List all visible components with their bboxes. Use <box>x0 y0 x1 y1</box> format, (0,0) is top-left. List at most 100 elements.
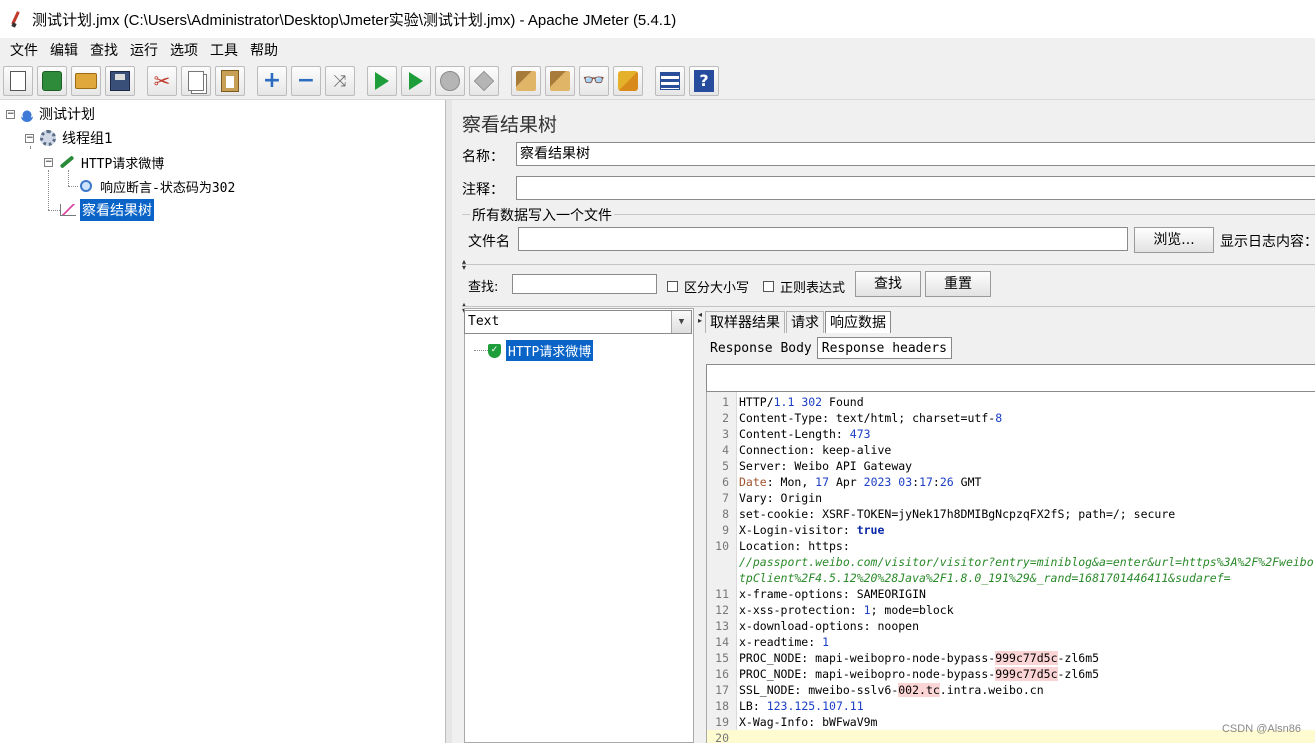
tree-node-view-results-tree[interactable]: 察看结果树 <box>60 199 154 221</box>
checkbox-box[interactable] <box>667 281 678 292</box>
search-label: 查找: <box>468 280 499 295</box>
code-token: HTTP/ <box>739 395 774 409</box>
code-token: Found <box>822 395 864 409</box>
start-button[interactable] <box>367 65 397 96</box>
line-number: 15 <box>715 651 729 665</box>
code-token: Location: https: <box>739 539 850 553</box>
code-token: 999c77d5c <box>995 651 1058 665</box>
menu-search[interactable]: 查找 <box>84 40 124 60</box>
tree-node-thread-group[interactable]: − 线程组1 <box>25 127 115 149</box>
subtab-response-headers[interactable]: Response headers <box>816 337 952 359</box>
tree-node-test-plan[interactable]: − 测试计划 <box>6 103 97 125</box>
menu-help[interactable]: 帮助 <box>244 40 284 60</box>
reset-button[interactable]: 重置 <box>925 271 991 297</box>
line-number: 11 <box>715 587 729 601</box>
filename-field[interactable] <box>518 227 1128 251</box>
code-token: X-Login-visitor: <box>739 523 857 537</box>
code-token: x-xss-protection: <box>739 603 864 617</box>
reset-search-button[interactable] <box>613 65 643 96</box>
menu-tools[interactable]: 工具 <box>204 40 244 60</box>
tree-node-label: 线程组1 <box>62 131 113 147</box>
tree-node-http-request[interactable]: − HTTP请求微博 <box>44 151 166 173</box>
checkbox-box[interactable] <box>763 281 774 292</box>
shutdown-button[interactable] <box>469 65 499 96</box>
templates-button[interactable] <box>37 65 67 96</box>
code-token: true <box>856 523 885 537</box>
templates-icon <box>42 70 62 91</box>
tab-response-data[interactable]: 响应数据 <box>825 311 891 333</box>
open-icon <box>75 72 97 89</box>
open-button[interactable] <box>71 65 101 96</box>
menu-file[interactable]: 文件 <box>4 40 44 60</box>
start-no-pause-button[interactable] <box>401 65 431 96</box>
function-helper-button[interactable] <box>655 65 685 96</box>
new-button[interactable] <box>3 65 33 96</box>
case-sensitive-checkbox[interactable]: 区分大小写 <box>667 277 749 296</box>
tree-node-label: 测试计划 <box>39 107 95 123</box>
collapse-all-button[interactable]: − <box>291 65 321 96</box>
comment-field[interactable] <box>516 176 1315 200</box>
save-button[interactable] <box>105 65 135 96</box>
name-field[interactable]: 察看结果树 <box>516 142 1315 166</box>
code-line: 6 Date: Mon, 17 Apr 2023 03:17:26 GMT <box>707 474 1315 490</box>
find-button[interactable]: 查找 <box>855 271 921 297</box>
paste-button[interactable] <box>215 65 245 96</box>
code-line: 14 x-readtime: 1 <box>707 634 1315 650</box>
search-button[interactable]: 👓 <box>579 65 609 96</box>
menu-options[interactable]: 选项 <box>164 40 204 60</box>
code-token: 999c77d5c <box>995 667 1058 681</box>
renderer-select[interactable]: Text ▼ <box>464 310 692 334</box>
toggle-button[interactable]: ⤨ <box>325 65 355 96</box>
clear-all-button[interactable] <box>545 65 575 96</box>
subtab-response-body[interactable]: Response Body <box>705 337 817 359</box>
line-number: 17 <box>715 683 729 697</box>
chevron-down-icon[interactable]: ▼ <box>671 311 691 333</box>
expand-icon: + <box>262 67 282 93</box>
code-token: x-download-options: noopen <box>739 619 920 633</box>
line-text: X-Login-visitor: true <box>739 523 884 537</box>
collapse-toggle-icon[interactable]: − <box>6 109 15 119</box>
code-token: Content-Length: <box>739 427 850 441</box>
copy-button[interactable] <box>181 65 211 96</box>
menu-edit[interactable]: 编辑 <box>44 40 84 60</box>
page-title: 察看结果树 <box>462 114 558 136</box>
code-token: 123.125.107.11 <box>766 699 864 713</box>
expand-all-button[interactable]: + <box>257 65 287 96</box>
code-line: 12 x-xss-protection: 1; mode=block <box>707 602 1315 618</box>
title-bar: 测试计划.jmx (C:\Users\Administrator\Desktop… <box>0 0 1315 38</box>
collapse-arrows-icon[interactable]: ◂ ▸ <box>698 311 702 325</box>
tree-node-response-assertion[interactable]: 响应断言-状态码为302 <box>78 175 237 197</box>
tab-sampler-result[interactable]: 取样器结果 <box>705 311 785 333</box>
stop-button[interactable] <box>435 65 465 96</box>
new-icon <box>10 70 26 91</box>
clear-button[interactable] <box>511 65 541 96</box>
menu-run[interactable]: 运行 <box>124 40 164 60</box>
line-text: PROC_NODE: mapi-weibopro-node-bypass-999… <box>739 651 1099 665</box>
tab-request[interactable]: 请求 <box>786 311 824 333</box>
browse-button[interactable]: 浏览... <box>1134 227 1214 253</box>
log-content-label: 显示日志内容： <box>1220 234 1315 250</box>
collapse-toggle-icon[interactable]: − <box>25 133 34 143</box>
line-number: 6 <box>722 475 729 489</box>
response-headers-text[interactable]: 1 HTTP/1.1 302 Found 2 Content-Type: text/h… <box>706 392 1315 743</box>
code-token: 002.tc <box>898 683 940 697</box>
renderer-value: Text <box>468 314 500 329</box>
cut-button[interactable]: ✂ <box>147 65 177 96</box>
list-item[interactable]: ✓ HTTP请求微博 <box>488 340 594 361</box>
result-tabs: 取样器结果 请求 响应数据 <box>705 311 892 333</box>
help-button[interactable]: ? <box>689 65 719 96</box>
regex-checkbox[interactable]: 正则表达式 <box>763 277 845 296</box>
case-sensitive-label: 区分大小写 <box>684 281 750 296</box>
magnifier-icon <box>78 178 94 194</box>
line-text: tpClient%2F4.5.12%20%28Java%2F1.8.0_191%… <box>739 571 1231 585</box>
code-token: Apr <box>829 475 864 489</box>
collapse-arrows-icon[interactable]: ▴▾ <box>462 258 466 272</box>
response-search-field[interactable] <box>706 364 1315 392</box>
code-token: tpClient%2F4.5.12%20%28Java%2F1.8.0_191%… <box>739 571 1231 585</box>
collapse-toggle-icon[interactable]: − <box>44 157 53 167</box>
window-title: 测试计划.jmx (C:\Users\Administrator\Desktop… <box>32 11 677 29</box>
code-token: PROC_NODE: mapi-weibopro-node-bypass- <box>739 651 996 665</box>
toggle-icon: ⤨ <box>333 70 347 90</box>
search-input[interactable] <box>512 274 657 294</box>
line-text: LB: 123.125.107.11 <box>739 699 864 713</box>
